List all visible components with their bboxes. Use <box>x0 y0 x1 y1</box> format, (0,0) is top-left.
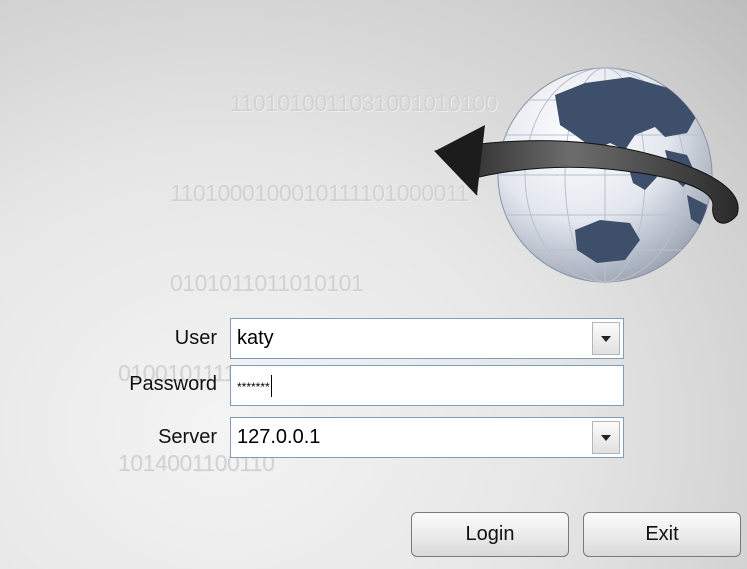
server-combobox[interactable]: 127.0.0.1 <box>230 417 624 458</box>
close-icon <box>699 25 717 43</box>
server-label: Server <box>158 426 217 448</box>
text-caret <box>270 374 272 397</box>
user-combobox[interactable]: katy <box>230 318 624 359</box>
minimize-button[interactable] <box>624 16 674 52</box>
password-label: Password <box>129 373 217 395</box>
close-button[interactable] <box>683 16 733 52</box>
chevron-down-icon <box>601 434 611 441</box>
login-button[interactable]: Login <box>411 512 569 557</box>
server-input[interactable]: 127.0.0.1 <box>231 426 592 449</box>
globe-logo-icon <box>434 67 739 283</box>
chevron-down-icon <box>601 335 611 342</box>
exit-button[interactable]: Exit <box>583 512 741 557</box>
minimize-icon <box>639 38 659 42</box>
login-window: 1101010011031001010100 11010001000101111… <box>0 0 747 569</box>
password-input[interactable]: ******* <box>237 380 270 394</box>
user-label: User <box>174 327 217 349</box>
server-dropdown-button[interactable] <box>592 421 620 454</box>
user-input[interactable]: katy <box>231 327 592 350</box>
password-field[interactable]: ******* <box>230 365 624 406</box>
user-dropdown-button[interactable] <box>592 322 620 355</box>
